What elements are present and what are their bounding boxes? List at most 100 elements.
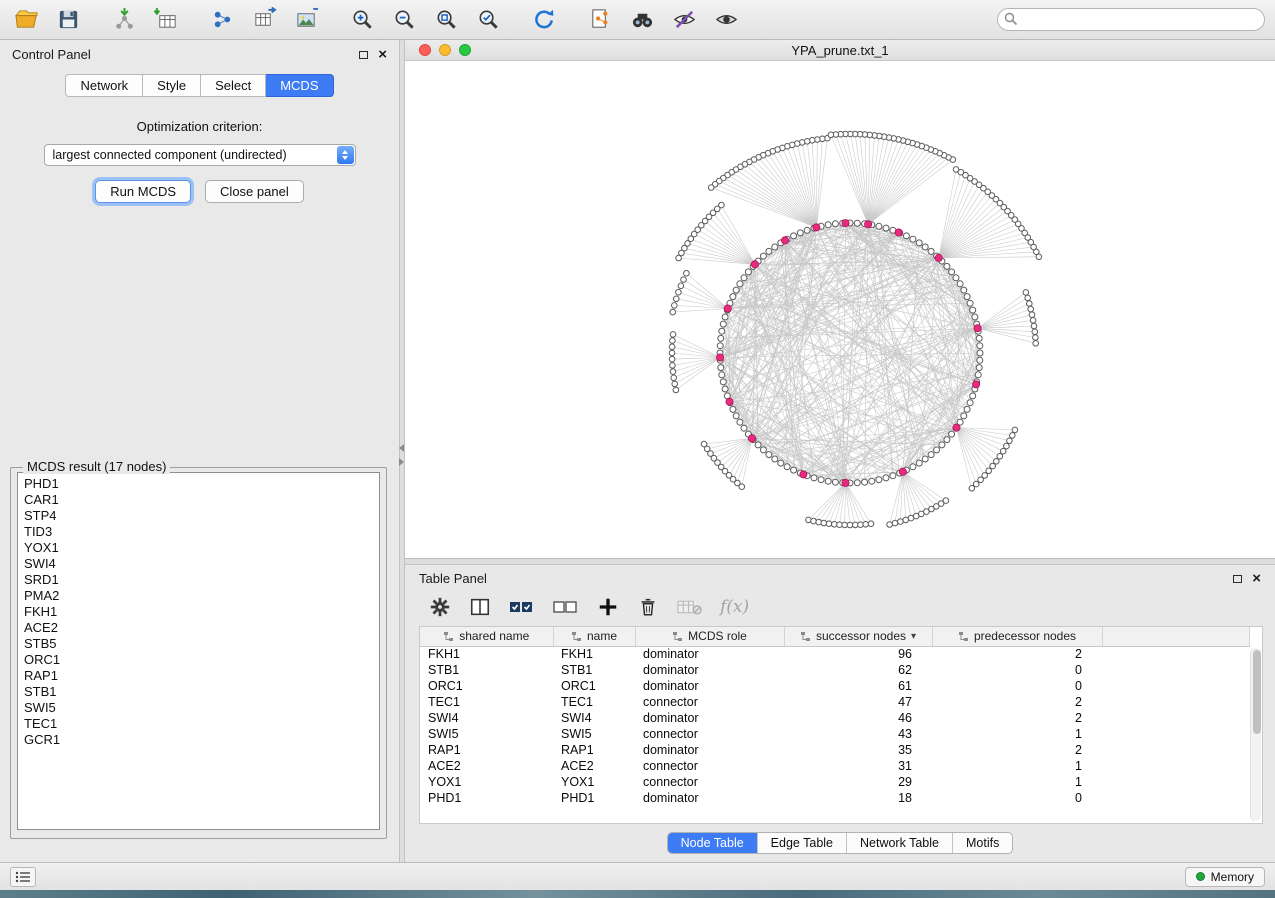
mcds-node-item[interactable]: ACE2 [24,620,379,636]
table-row[interactable]: PHD1PHD1dominator180 [420,790,1250,806]
network-title: YPA_prune.txt_1 [405,43,1275,58]
copy-style-button[interactable] [584,5,616,35]
task-history-button[interactable] [10,867,36,887]
mcds-node-item[interactable]: FKH1 [24,604,379,620]
export-table-button[interactable] [248,5,280,35]
memory-status-icon [1196,872,1205,881]
table-tabs: Node Table Edge Table Network Table Moti… [667,832,1014,854]
toolbar-separator [332,19,346,20]
close-panel-button[interactable]: Close panel [205,180,304,203]
zoom-fit-button[interactable] [430,5,462,35]
toolbar-separator [570,19,584,20]
col-header-shared-name[interactable]: shared name [420,627,553,646]
mcds-node-item[interactable]: PMA2 [24,588,379,604]
table-row[interactable]: YOX1YOX1connector291 [420,774,1250,790]
tab-motifs[interactable]: Motifs [953,833,1012,853]
close-table-panel-icon[interactable]: × [1252,574,1261,584]
import-table-button[interactable] [150,5,182,35]
col-header-successor-nodes[interactable]: successor nodes▾ [784,627,932,646]
tab-node-table[interactable]: Node Table [668,833,758,853]
mcds-node-item[interactable]: SWI5 [24,700,379,716]
node-table: shared name name MCDS role successor nod… [420,627,1250,806]
show-all-button[interactable] [710,5,742,35]
export-image-button[interactable] [290,5,322,35]
mcds-node-item[interactable]: ORC1 [24,652,379,668]
refresh-icon [532,7,557,32]
show-columns-icon[interactable] [469,596,491,618]
mcds-node-item[interactable]: TEC1 [24,716,379,732]
zoom-out-button[interactable] [388,5,420,35]
delete-column-icon[interactable] [637,596,659,618]
tab-edge-table[interactable]: Edge Table [758,833,847,853]
open-file-button[interactable] [10,5,42,35]
zoom-in-button[interactable] [346,5,378,35]
run-mcds-button[interactable]: Run MCDS [95,180,191,203]
memory-button[interactable]: Memory [1185,867,1265,887]
mcds-node-item[interactable]: GCR1 [24,732,379,748]
toolbar-separator [192,19,206,20]
table-row[interactable]: FKH1FKH1dominator962 [420,646,1250,662]
scrollbar-thumb[interactable] [1253,650,1261,734]
table-scrollbar[interactable] [1250,648,1261,821]
collapse-right-icon[interactable] [399,458,404,466]
tab-network-table[interactable]: Network Table [847,833,953,853]
gear-icon[interactable] [429,596,451,618]
deselect-all-icon[interactable] [553,596,579,618]
node-table-body: FKH1FKH1dominator962STB1STB1dominator620… [420,646,1250,806]
mcds-node-item[interactable]: STB5 [24,636,379,652]
mcds-node-item[interactable]: YOX1 [24,540,379,556]
table-toolbar: f(x) [405,588,1275,624]
search-input[interactable] [997,8,1265,31]
mcds-node-item[interactable]: TID3 [24,524,379,540]
control-panel-title: Control Panel [12,47,91,62]
zoom-fit-icon [434,7,459,32]
criterion-dropdown[interactable]: largest connected component (undirected) [44,144,356,166]
export-network-icon [210,7,235,32]
network-canvas[interactable] [405,61,1275,558]
mcds-node-item[interactable]: CAR1 [24,492,379,508]
find-button[interactable] [626,5,658,35]
control-panel: Control Panel × Network Style Select MCD… [0,40,399,862]
tab-mcds[interactable]: MCDS [266,74,333,97]
table-row[interactable]: ACE2ACE2connector311 [420,758,1250,774]
tab-select[interactable]: Select [201,74,266,97]
collapse-left-icon[interactable] [399,444,404,452]
mcds-node-item[interactable]: RAP1 [24,668,379,684]
document-share-icon [588,7,613,32]
tab-style[interactable]: Style [143,74,201,97]
table-row[interactable]: RAP1RAP1dominator352 [420,742,1250,758]
mcds-node-item[interactable]: SRD1 [24,572,379,588]
close-panel-icon[interactable]: × [378,50,387,60]
save-button[interactable] [52,5,84,35]
float-table-panel-icon[interactable] [1233,575,1242,583]
table-row[interactable]: SWI5SWI5connector431 [420,726,1250,742]
float-panel-icon[interactable] [359,51,368,59]
add-column-icon[interactable] [597,596,619,618]
mcds-node-item[interactable]: STB1 [24,684,379,700]
mcds-node-item[interactable]: PHD1 [24,476,379,492]
optimization-criterion-label: Optimization criterion: [0,119,399,134]
mcds-node-item[interactable]: STP4 [24,508,379,524]
apply-layout-button[interactable] [528,5,560,35]
column-type-icon [958,631,969,642]
import-table-icon [154,7,179,32]
import-network-button[interactable] [108,5,140,35]
select-all-icon[interactable] [509,596,535,618]
table-row[interactable]: ORC1ORC1dominator610 [420,678,1250,694]
col-header-predecessor-nodes[interactable]: predecessor nodes [932,627,1102,646]
table-row[interactable]: STB1STB1dominator620 [420,662,1250,678]
vertical-splitter[interactable] [399,40,405,862]
export-network-button[interactable] [206,5,238,35]
zoom-selected-button[interactable] [472,5,504,35]
mcds-node-item[interactable]: SWI4 [24,556,379,572]
col-header-mcds-role[interactable]: MCDS role [635,627,784,646]
hide-selected-button[interactable] [668,5,700,35]
zoom-in-icon [350,7,375,32]
table-row[interactable]: SWI4SWI4dominator462 [420,710,1250,726]
mcds-result-list[interactable]: PHD1CAR1STP4TID3YOX1SWI4SRD1PMA2FKH1ACE2… [17,472,380,830]
network-titlebar[interactable]: YPA_prune.txt_1 [405,40,1275,61]
network-graph[interactable] [405,61,1275,558]
tab-network[interactable]: Network [65,74,143,97]
table-row[interactable]: TEC1TEC1connector472 [420,694,1250,710]
col-header-name[interactable]: name [553,627,635,646]
